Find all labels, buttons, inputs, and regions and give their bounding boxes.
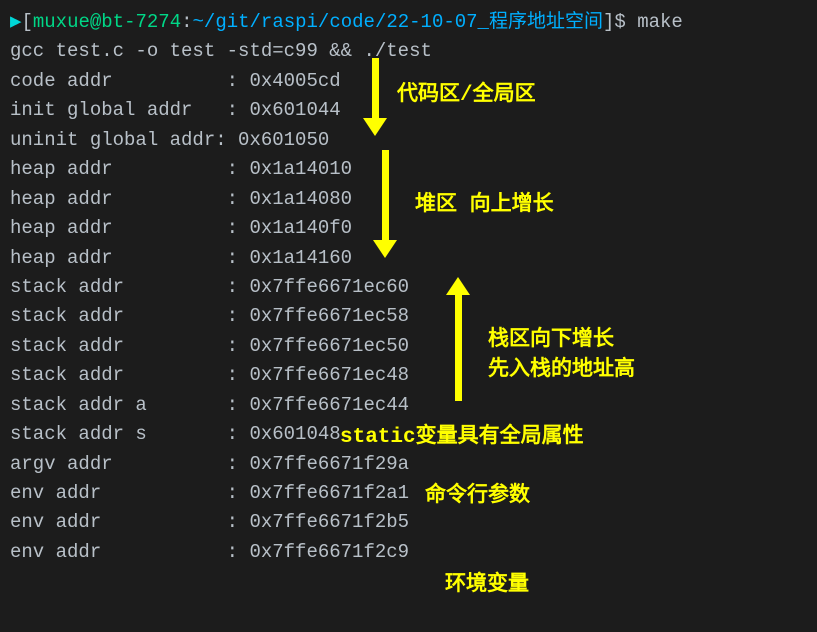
prompt-colon: : [181,11,192,33]
command-input: make [637,11,683,33]
output-line: stack addr : 0x7ffe6671ec48 [10,361,807,390]
annotation-code-global: 代码区/全局区 [397,80,536,113]
arrow-head-down-icon [373,240,397,258]
output-line: env addr : 0x7ffe6671f2b5 [10,508,807,537]
output-line: env addr : 0x7ffe6671f2a1 [10,479,807,508]
output-line: gcc test.c -o test -std=c99 && ./test [10,37,807,66]
output-line: heap addr : 0x1a14010 [10,155,807,184]
arrow-head-up-icon [446,277,470,295]
annotation-stack-2: 先入栈的地址高 [488,355,635,388]
prompt-bracket-close: ]$ [603,11,626,33]
prompt-path-cjk: 程序地址空间 [489,11,603,33]
output-line: heap addr : 0x1a14160 [10,244,807,273]
output-line: stack addr : 0x7ffe6671ec58 [10,302,807,331]
annotation-stack-1: 栈区向下增长 [488,325,614,358]
prompt-user: muxue [33,11,90,33]
annotation-env: 环境变量 [445,570,529,603]
output-line: stack addr a : 0x7ffe6671ec44 [10,391,807,420]
output-line: env addr : 0x7ffe6671f2c9 [10,538,807,567]
prompt-bracket-open: [ [21,11,32,33]
arrow-down-icon [382,150,389,242]
output-line: uninit global addr: 0x601050 [10,126,807,155]
arrow-down-icon [372,58,379,120]
shell-prompt[interactable]: ▶[muxue@bt-7274:~/git/raspi/code/22-10-0… [10,8,807,37]
output-line: stack addr : 0x7ffe6671ec50 [10,332,807,361]
annotation-static: static变量具有全局属性 [340,422,584,455]
prompt-path: ~/git/raspi/code/22-10-07_ [193,11,489,33]
annotation-argv: 命令行参数 [425,481,530,514]
arrow-head-down-icon [363,118,387,136]
output-line: heap addr : 0x1a14080 [10,185,807,214]
output-line: stack addr : 0x7ffe6671ec60 [10,273,807,302]
prompt-host: bt-7274 [101,11,181,33]
arrow-up-icon [455,293,462,401]
prompt-arrow-icon: ▶ [10,11,21,33]
output-line: heap addr : 0x1a140f0 [10,214,807,243]
annotation-heap: 堆区 向上增长 [415,190,554,223]
prompt-at: @ [90,11,101,33]
